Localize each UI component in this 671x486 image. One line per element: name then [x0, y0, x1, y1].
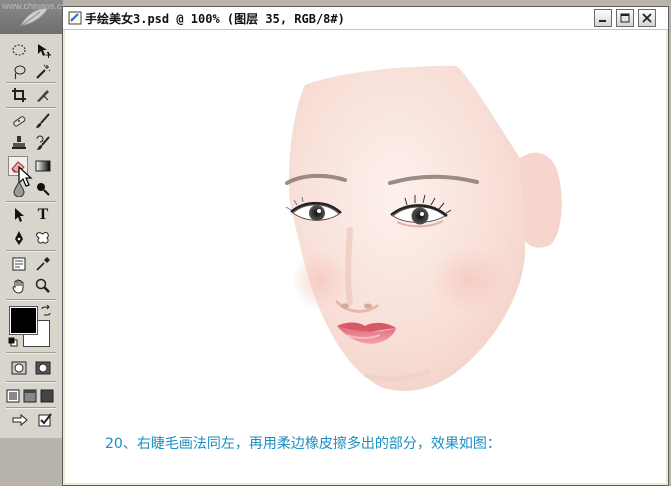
eyedropper-icon[interactable] [33, 254, 53, 274]
crop-icon[interactable] [9, 85, 29, 105]
blur-icon[interactable] [9, 179, 29, 199]
minimize-button[interactable] [594, 9, 612, 27]
close-button[interactable] [638, 9, 656, 27]
swap-colors-icon[interactable] [40, 305, 52, 317]
separator [6, 352, 56, 354]
lasso-icon[interactable] [9, 62, 29, 82]
separator [6, 250, 56, 252]
maximize-icon [620, 13, 630, 23]
standard-mode-icon[interactable] [9, 358, 29, 378]
slice-icon[interactable] [33, 85, 53, 105]
tutorial-caption: 20、右睫毛画法同左，再用柔边橡皮擦多出的部分，效果如图： [105, 436, 501, 452]
image-canvas[interactable]: 20、右睫毛画法同左，再用柔边橡皮擦多出的部分，效果如图： [65, 30, 666, 483]
path-selection-icon[interactable] [9, 205, 29, 225]
default-colors-icon[interactable] [8, 337, 18, 347]
document-window: 手绘美女3.psd @ 100% (图层 35, RGB/8#) 20、右睫毛画… [62, 6, 669, 486]
document-title-bar[interactable]: 手绘美女3.psd @ 100% (图层 35, RGB/8#) [63, 7, 668, 30]
dodge-icon[interactable] [33, 179, 53, 199]
imageready-check-icon[interactable] [35, 410, 55, 430]
toolbox-panel: www.chinaps.cn T [0, 0, 67, 438]
move-icon[interactable] [33, 40, 53, 60]
separator [6, 381, 56, 383]
foreground-color-swatch[interactable] [9, 306, 38, 335]
notes-icon[interactable] [9, 254, 29, 274]
magic-wand-icon[interactable] [33, 62, 53, 82]
hand-icon[interactable] [9, 276, 29, 296]
gradient-icon[interactable] [33, 156, 53, 176]
painted-face-artwork [285, 65, 562, 391]
toolbox-header[interactable]: www.chinaps.cn [0, 0, 67, 34]
maximize-button[interactable] [616, 9, 634, 27]
zoom-icon[interactable] [33, 276, 53, 296]
full-screen-menu-mode-icon[interactable] [22, 386, 38, 406]
separator [6, 201, 56, 203]
type-tool-label: T [37, 206, 49, 223]
close-icon [642, 13, 652, 23]
custom-shape-icon[interactable] [33, 228, 53, 248]
quick-mask-mode-icon[interactable] [33, 358, 53, 378]
history-brush-icon[interactable] [33, 133, 53, 153]
elliptical-marquee-icon[interactable] [9, 40, 29, 60]
full-screen-mode-icon[interactable] [39, 386, 55, 406]
separator [6, 82, 56, 84]
document-title: 手绘美女3.psd @ 100% (图层 35, RGB/8#) [85, 12, 345, 26]
psd-document-icon [68, 11, 82, 25]
separator [6, 407, 56, 409]
healing-brush-icon[interactable] [9, 111, 29, 131]
jump-to-imageready-icon[interactable] [9, 410, 31, 430]
separator [6, 299, 56, 301]
standard-screen-mode-icon[interactable] [5, 386, 21, 406]
clone-stamp-icon[interactable] [9, 133, 29, 153]
brush-icon[interactable] [33, 111, 53, 131]
separator [6, 107, 56, 109]
type-icon[interactable]: T [33, 205, 53, 225]
feather-logo-icon [20, 7, 49, 27]
minimize-icon [599, 20, 606, 22]
pen-icon[interactable] [9, 228, 29, 248]
